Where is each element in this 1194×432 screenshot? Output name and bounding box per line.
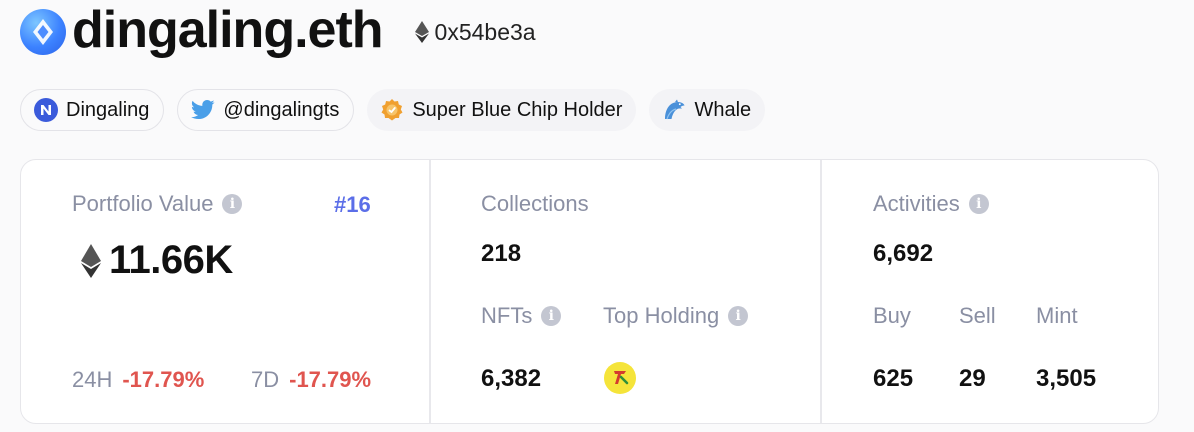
change-24h-value: -17.79% bbox=[122, 367, 205, 392]
whale-icon bbox=[662, 98, 686, 122]
collections-value: 218 bbox=[481, 240, 522, 267]
tag-label: Super Blue Chip Holder bbox=[412, 98, 623, 121]
profile-name: dingaling.eth bbox=[72, 1, 384, 59]
blue-chip-icon bbox=[380, 98, 404, 122]
ens-logo-icon bbox=[20, 9, 66, 55]
stats-card: Portfolio Value i #16 11.66K 24H -17.79%… bbox=[20, 159, 1159, 424]
ethereum-icon bbox=[81, 243, 101, 278]
buy-value: 625 bbox=[873, 365, 914, 392]
profile-header: dingaling.eth 0x54be3a bbox=[20, 0, 536, 64]
info-icon[interactable]: i bbox=[222, 194, 243, 214]
section-divider bbox=[429, 160, 431, 423]
tag-label: Whale bbox=[694, 98, 752, 121]
nfts-label: NFTs i bbox=[481, 303, 562, 329]
tag-whale[interactable]: Whale bbox=[649, 89, 766, 131]
tag-label: @dingalingts bbox=[223, 98, 340, 121]
change-24h: 24H -17.79% bbox=[72, 367, 204, 393]
nfts-value: 6,382 bbox=[481, 365, 542, 392]
portfolio-value-label: Portfolio Value i bbox=[72, 191, 243, 217]
info-icon[interactable]: i bbox=[968, 194, 989, 214]
tag-dingaling[interactable]: Dingaling bbox=[20, 89, 165, 131]
activities-label: Activities i bbox=[873, 191, 989, 217]
section-divider bbox=[820, 160, 822, 423]
change-7d-value: -17.79% bbox=[289, 367, 372, 392]
change-24h-label: 24H bbox=[72, 367, 113, 392]
buy-label: Buy bbox=[873, 303, 911, 328]
tag-twitter[interactable]: @dingalingts bbox=[177, 89, 355, 131]
top-holding-label: Top Holding i bbox=[603, 303, 749, 329]
portfolio-value: 11.66K bbox=[81, 238, 233, 283]
ethereum-icon bbox=[414, 21, 429, 43]
collections-label: Collections bbox=[481, 191, 589, 216]
wallet-address[interactable]: 0x54be3a bbox=[414, 18, 536, 46]
mint-value: 3,505 bbox=[1036, 365, 1097, 392]
top-holding-nft-avatar[interactable] bbox=[604, 362, 636, 394]
info-icon[interactable]: i bbox=[728, 306, 749, 326]
mint-label: Mint bbox=[1036, 303, 1078, 328]
info-icon[interactable]: i bbox=[541, 306, 562, 326]
tag-super-blue-chip[interactable]: Super Blue Chip Holder bbox=[367, 89, 637, 131]
activities-value: 6,692 bbox=[873, 240, 934, 267]
nft-collection-icon bbox=[614, 371, 629, 385]
portfolio-value-text: 11.66K bbox=[109, 238, 233, 282]
twitter-icon bbox=[191, 98, 215, 122]
portfolio-rank: #16 bbox=[334, 192, 371, 217]
profile-tags: Dingaling @dingalingts Super Blue Chip H… bbox=[20, 89, 766, 131]
sell-label: Sell bbox=[959, 303, 996, 328]
change-7d: 7D -17.79% bbox=[251, 367, 371, 393]
change-7d-label: 7D bbox=[251, 367, 280, 392]
wallet-address-text: 0x54be3a bbox=[434, 18, 536, 45]
tag-label: Dingaling bbox=[66, 98, 150, 121]
nansen-icon bbox=[34, 98, 58, 122]
sell-value: 29 bbox=[959, 365, 986, 392]
